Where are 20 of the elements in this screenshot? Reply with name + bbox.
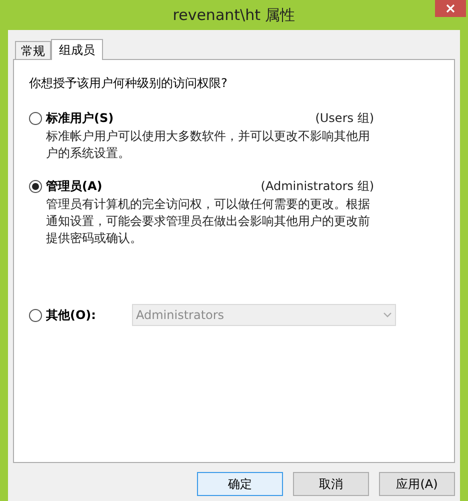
option-label: 管理员(A) — [46, 178, 104, 195]
dialog-button[interactable]: 确定 — [197, 472, 283, 496]
close-button[interactable] — [435, 0, 466, 17]
radio-button[interactable] — [29, 180, 42, 192]
dialog-button[interactable]: 应用(A) — [379, 472, 455, 496]
tab[interactable]: 常规 — [15, 41, 51, 59]
question-text: 你想授予该用户何种级别的访问权限? — [29, 75, 228, 92]
option-label: 其他(O): — [46, 307, 97, 324]
chevron-down-icon — [383, 312, 392, 318]
radio-button[interactable] — [29, 112, 42, 124]
option-label: 标准用户(S) — [46, 110, 115, 127]
group-label: (Administrators 组) — [260, 178, 374, 195]
close-icon — [446, 4, 455, 13]
window-title: revenant\ht 属性 — [172, 4, 296, 26]
option-description: 标准帐户用户可以使用大多数软件，并可以更改不影响其他用户的系统设置。 — [46, 128, 371, 162]
option-description: 管理员有计算机的完全访问权，可以做任何需要的更改。根据通知设置，可能会要求管理员在做出会影响其他用户的更改前提供密码或确认。 — [46, 196, 371, 247]
group-label: (Users 组) — [315, 110, 374, 127]
dialog-button[interactable]: 取消 — [293, 472, 369, 496]
dropdown-value: Administrators — [136, 307, 226, 324]
tab[interactable]: 组成员 — [51, 39, 103, 60]
